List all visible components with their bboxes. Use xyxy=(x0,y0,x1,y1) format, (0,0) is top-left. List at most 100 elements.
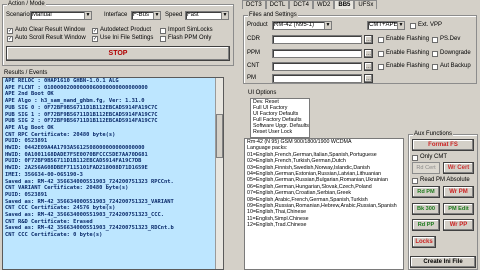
downgrade-checkbox[interactable]: Downgrade xyxy=(432,50,471,57)
cnt-enable-flashing[interactable]: Enable Flashing xyxy=(378,63,429,70)
cnt-file-input[interactable] xyxy=(272,62,362,71)
console-line: CNT CCC Certificate: 24576 byte(s) xyxy=(5,205,116,212)
pm-edit-button[interactable]: PM Edit xyxy=(443,203,474,215)
console-line: APE FLCNT : 0100000200000006000000000000… xyxy=(5,84,148,91)
locks-button[interactable]: Locks xyxy=(412,236,436,248)
stop-button[interactable]: STOP xyxy=(6,46,230,61)
checkbox-box xyxy=(160,27,166,34)
checkbox-box xyxy=(378,36,384,43)
console-line: PUID: 0523891 xyxy=(5,138,48,145)
checkbox-box xyxy=(412,154,418,161)
only-cmt-checkbox[interactable]: Only CMT xyxy=(412,154,447,161)
checkbox-box xyxy=(378,50,384,57)
results-scrollbar[interactable] xyxy=(215,78,223,269)
tab-dct4[interactable]: DCT4 xyxy=(289,0,314,9)
import-simlocks-label: Import SimLocks xyxy=(168,27,213,33)
language-pack-line: 05=English,German,Russian,Bulgarian,Roma… xyxy=(247,177,388,184)
console-line: PUB SIG 0 : 0F72BF9B56711D1B112EBCAD5914… xyxy=(5,104,158,111)
files-settings-title: Files and Settings xyxy=(248,12,298,19)
cnt-browse-button[interactable]: … xyxy=(364,62,373,71)
speed-label: Speed xyxy=(165,12,183,18)
console-line: CNT VARIANT Certificate: 20480 byte(s) xyxy=(5,185,129,192)
ppm-browse-button[interactable]: … xyxy=(364,49,373,58)
checkbox-box xyxy=(432,63,438,70)
cdr-label: CDR xyxy=(247,36,260,42)
flash-ppm-checkbox[interactable]: Flash PPM Only xyxy=(160,35,211,42)
read-pm-absolute-label: Read PM Absolute xyxy=(420,177,470,183)
rd-cert-button[interactable]: Rd Cert xyxy=(412,162,440,174)
product-label: Product xyxy=(247,22,268,28)
console-line: CNT CCC Certificate: 0 byte(s) xyxy=(5,232,103,239)
tab-ufsx[interactable]: UFSx xyxy=(354,0,378,9)
checkbox-box: ✓ xyxy=(92,35,98,42)
ext-vpp-checkbox[interactable]: Ext. VPP xyxy=(410,22,442,29)
wr-pp-button[interactable]: Wr PP xyxy=(443,219,474,231)
create-ini-button[interactable]: Create Ini File xyxy=(410,256,476,268)
auto-scroll-label: Auto Scroll Result Window xyxy=(15,35,86,41)
cmt-mode-select[interactable]: CMT+APE ▼ xyxy=(367,21,405,30)
cmt-mode-value: CMT+APE xyxy=(369,22,398,28)
read-pm-absolute-checkbox[interactable]: Read PM Absolute xyxy=(412,177,470,184)
ps-dev-checkbox[interactable]: PS.Dev xyxy=(432,36,460,43)
scenarios-select[interactable]: Manual ▼ xyxy=(30,11,92,20)
ppm-file-input[interactable] xyxy=(272,49,362,58)
tab-bar: DCT3 DCTL DCT4 WD2 BB5 UFSx xyxy=(242,0,378,9)
cdr-enable-flashing[interactable]: Enable Flashing xyxy=(378,36,429,43)
aux-functions-title: Aux Functions xyxy=(413,131,454,138)
console-line: APE Algo : h3_sam_nand_ghbm.fg, Ver: 1.3… xyxy=(5,98,145,105)
ps-dev-label: PS.Dev xyxy=(440,36,461,42)
rd-pp-button[interactable]: Rd PP xyxy=(412,219,440,231)
console-line: APE 2nd Boot OK xyxy=(5,91,54,98)
ppm-label: PPM xyxy=(247,50,261,56)
ui-options-title: UI Options xyxy=(248,90,277,96)
speed-select[interactable]: Fast ▼ xyxy=(185,11,229,20)
console-line: Saved as: RM-42_356634000551903_72420075… xyxy=(5,212,165,219)
pm-file-input[interactable] xyxy=(272,74,362,83)
pm-browse-button[interactable]: … xyxy=(364,74,373,83)
bk-300-button[interactable]: Bk 300 xyxy=(412,203,440,215)
auto-clear-checkbox[interactable]: ✓ Auto Clear Result Window xyxy=(7,27,85,34)
chevron-down-icon: ▼ xyxy=(397,22,404,29)
scenarios-label: Scenarios xyxy=(6,12,33,18)
rd-pm-button[interactable]: Rd PM xyxy=(412,186,440,198)
console-line: APE RELOC : 0HAP1610 GHBN-1.0.1 ALG xyxy=(5,78,119,84)
tab-dct3[interactable]: DCT3 xyxy=(242,0,266,9)
console-line: HWID: 0442E09A4A1793A5612508000000000000… xyxy=(5,145,145,152)
chevron-down-icon: ▼ xyxy=(324,22,331,29)
auto-scroll-checkbox[interactable]: ✓ Auto Scroll Result Window xyxy=(7,35,86,42)
console-line: PUID: 0523891 xyxy=(5,191,48,198)
use-ini-checkbox[interactable]: ✓ Use Ini File Settings xyxy=(92,35,153,42)
interface-select[interactable]: F-Bus ▼ xyxy=(131,11,161,20)
product-select[interactable]: RM-42 (N95-1) ▼ xyxy=(272,21,332,30)
cdr-file-input[interactable] xyxy=(272,35,362,44)
console-line: HWID: 0A1001168DADE7F5E0070BFCCC5DE7AA70… xyxy=(5,151,148,158)
ppm-enable-flashing[interactable]: Enable Flashing xyxy=(378,50,429,57)
console-line: Saved as: RM-42_356634000551903_72420075… xyxy=(5,198,174,205)
tab-bb5[interactable]: BB5 xyxy=(334,0,355,9)
console-line: IMEI: 356634-00-065190-3 xyxy=(5,171,83,178)
auto-clear-label: Auto Clear Result Window xyxy=(15,27,86,33)
cdr-browse-button[interactable]: … xyxy=(364,35,373,44)
scrollbar-thumb[interactable] xyxy=(216,114,223,158)
downgrade-label: Downgrade xyxy=(440,50,471,56)
autodetect-checkbox[interactable]: ✓ Autodetect Product xyxy=(92,27,151,34)
ppm-flash-label: Enable Flashing xyxy=(386,50,430,56)
scenarios-row: Scenarios xyxy=(6,12,33,19)
tab-dctl[interactable]: DCTL xyxy=(265,0,290,9)
checkbox-box: ✓ xyxy=(7,35,13,42)
wr-pm-button[interactable]: Wr PM xyxy=(443,186,474,198)
chevron-down-icon: ▼ xyxy=(221,12,228,19)
flash-ppm-label: Flash PPM Only xyxy=(168,35,212,41)
tab-wd2[interactable]: WD2 xyxy=(313,0,335,9)
results-console[interactable]: APE RELOC : 0HAP1610 GHBN-1.0.1 ALG APE F… xyxy=(2,77,224,270)
wr-cert-button[interactable]: Wr Cert xyxy=(443,162,474,174)
checkbox-box xyxy=(410,22,416,29)
cdr-flash-label: Enable Flashing xyxy=(386,36,430,42)
console-line: PUB SIG 1 : 0F72BF9B56711D1B112EBCAD5914… xyxy=(5,111,158,118)
ui-options-list[interactable]: Dev. Reset Full UI Factory UI Factory Defa… xyxy=(250,98,310,138)
format-fs-button[interactable]: Format FS xyxy=(412,139,474,151)
import-simlocks-checkbox[interactable]: Import SimLocks xyxy=(160,27,213,34)
ui-option-item[interactable]: Reset User Lock xyxy=(251,129,309,135)
aut-backup-checkbox[interactable]: Aut Backup xyxy=(432,63,471,70)
checkbox-box: ✓ xyxy=(92,27,98,34)
